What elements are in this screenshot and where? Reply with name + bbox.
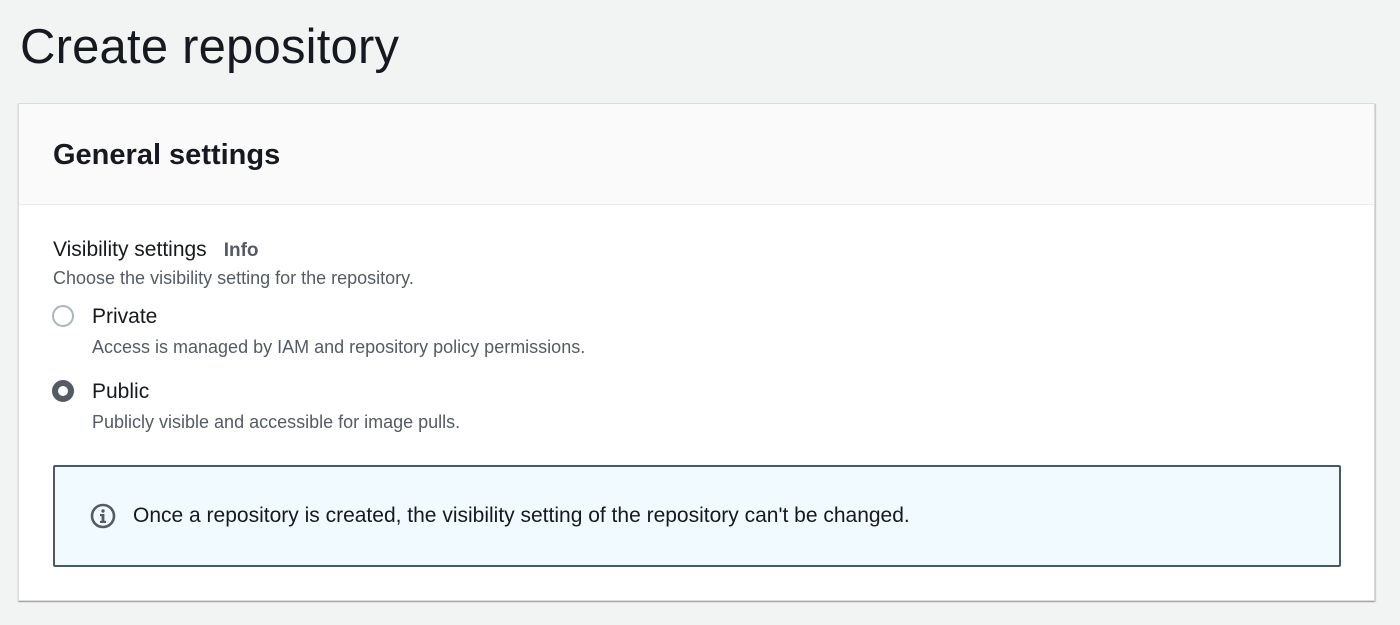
info-alert: Once a repository is created, the visibi… <box>53 465 1341 567</box>
public-radio-button[interactable] <box>52 380 74 402</box>
radio-text-private: Private Access is managed by IAM and rep… <box>92 304 585 359</box>
panel-title: General settings <box>53 139 281 171</box>
private-radio-label[interactable]: Private <box>92 304 585 330</box>
visibility-settings-label: Visibility settings <box>53 238 207 261</box>
public-radio-label[interactable]: Public <box>92 379 460 405</box>
visibility-settings-description: Choose the visibility setting for the re… <box>53 268 414 288</box>
radio-option-private[interactable]: Private Access is managed by IAM and rep… <box>52 304 585 359</box>
private-radio-description: Access is managed by IAM and repository … <box>92 337 586 357</box>
private-radio-button[interactable] <box>52 305 74 327</box>
radio-text-public: Public Publicly visible and accessible f… <box>92 379 460 434</box>
radio-option-public[interactable]: Public Publicly visible and accessible f… <box>52 379 460 434</box>
info-circle-icon <box>90 503 116 529</box>
panel-header: General settings <box>19 104 1374 205</box>
page-title: Create repository <box>20 20 400 74</box>
alert-message: Once a repository is created, the visibi… <box>133 504 910 527</box>
info-link[interactable]: Info <box>224 236 259 266</box>
public-radio-description: Publicly visible and accessible for imag… <box>92 412 461 432</box>
general-settings-panel: General settings Visibility settings Inf… <box>18 103 1375 601</box>
visibility-settings-label-row: Visibility settings Info <box>53 235 259 266</box>
